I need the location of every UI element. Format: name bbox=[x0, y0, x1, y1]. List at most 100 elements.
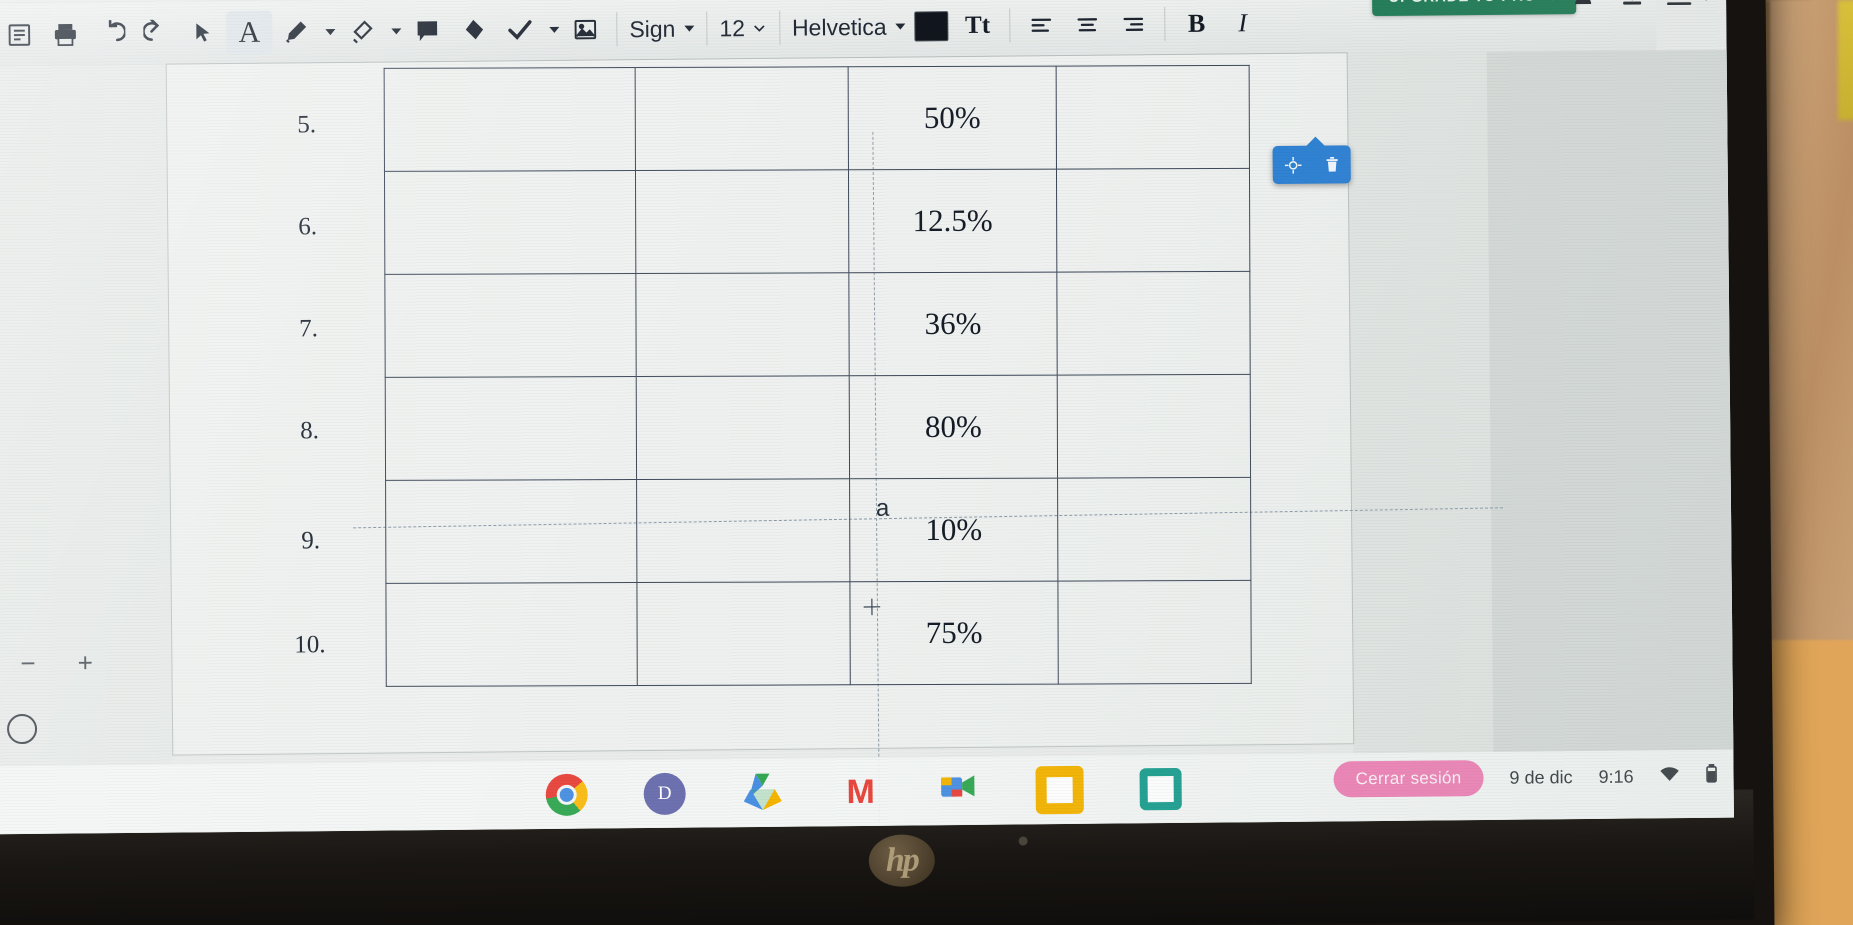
font-family-select[interactable]: Helvetica bbox=[788, 13, 910, 41]
zoom-out-button[interactable]: − bbox=[20, 648, 35, 679]
redo-icon[interactable] bbox=[134, 12, 180, 56]
cell-blank[interactable] bbox=[384, 273, 637, 378]
gmail-icon-label: M bbox=[846, 772, 876, 811]
print-icon[interactable] bbox=[42, 12, 88, 56]
sign-label: Sign bbox=[629, 15, 676, 42]
table-row[interactable]: 36% bbox=[384, 271, 1251, 378]
row-number: 8. bbox=[300, 417, 320, 445]
bold-label: B bbox=[1187, 8, 1206, 38]
text-size-label: Tt bbox=[964, 11, 991, 39]
toolbar-divider bbox=[706, 11, 708, 46]
cell-blank[interactable] bbox=[1057, 580, 1252, 685]
account-actions bbox=[1574, 0, 1714, 12]
cell-percent[interactable]: 50% bbox=[848, 66, 1057, 170]
cell-percent[interactable]: 12.5% bbox=[848, 169, 1057, 273]
pen-tool-icon[interactable] bbox=[272, 10, 318, 54]
cell-blank[interactable] bbox=[635, 66, 849, 171]
cell-blank[interactable] bbox=[385, 582, 638, 687]
laptop-screen: A Sign 12 Helvetica Tt B I 50% 12.5% 36%… bbox=[0, 0, 1734, 835]
table-row[interactable]: 80% bbox=[385, 374, 1251, 481]
table-body: 50% 12.5% 36% 80% 10% 75% bbox=[384, 65, 1252, 687]
hamburger-menu-icon[interactable] bbox=[1666, 0, 1714, 7]
chevron-down-icon bbox=[895, 23, 906, 30]
gmail-icon[interactable]: M bbox=[839, 771, 881, 813]
shelf-time: 9:16 bbox=[1598, 766, 1634, 787]
cell-percent[interactable]: 10% bbox=[849, 478, 1058, 582]
cell-percent[interactable]: 36% bbox=[848, 272, 1058, 376]
classroom-icon[interactable] bbox=[1139, 767, 1182, 811]
document-page[interactable]: 50% 12.5% 36% 80% 10% 75% 5. 6. 7. 8. 9.… bbox=[166, 53, 1503, 822]
cell-blank[interactable] bbox=[636, 478, 850, 583]
upgrade-to-pro-button[interactable]: UPGRADE TO PRO bbox=[1372, 0, 1577, 17]
align-right-icon[interactable] bbox=[1110, 2, 1156, 46]
cell-blank[interactable] bbox=[635, 169, 849, 274]
cell-blank[interactable] bbox=[636, 581, 851, 686]
cell-blank[interactable] bbox=[385, 479, 637, 584]
chevron-down-icon bbox=[684, 25, 695, 32]
drive-glyph bbox=[743, 773, 782, 810]
row-number: 7. bbox=[299, 315, 319, 343]
italic-label: I bbox=[1238, 8, 1248, 38]
comment-icon[interactable] bbox=[404, 9, 450, 53]
cell-percent[interactable]: 80% bbox=[849, 375, 1058, 479]
drive-icon[interactable] bbox=[741, 772, 783, 814]
undo-icon[interactable] bbox=[88, 12, 134, 56]
cell-blank[interactable] bbox=[1056, 168, 1250, 273]
battery-icon[interactable] bbox=[1705, 763, 1717, 788]
table-row[interactable]: 10% bbox=[385, 477, 1251, 584]
cell-blank[interactable] bbox=[1056, 271, 1251, 376]
document-outline-icon[interactable] bbox=[0, 13, 43, 57]
wifi-icon[interactable] bbox=[1659, 766, 1679, 787]
cell-percent[interactable]: 75% bbox=[849, 581, 1059, 685]
align-center-icon[interactable] bbox=[1064, 3, 1110, 47]
image-icon[interactable] bbox=[562, 7, 608, 51]
cell-blank[interactable] bbox=[384, 67, 636, 172]
text-tool-icon[interactable]: A bbox=[226, 10, 273, 56]
checkmark-icon[interactable] bbox=[496, 8, 542, 52]
toolbar-divider bbox=[778, 10, 781, 45]
table-row[interactable]: 75% bbox=[385, 580, 1252, 687]
pdf-editor-app: A Sign 12 Helvetica Tt B I 50% 12.5% 36%… bbox=[0, 0, 1734, 835]
text-size-icon[interactable]: Tt bbox=[953, 4, 1001, 48]
table-row[interactable]: 50% bbox=[384, 65, 1250, 172]
eraser-icon[interactable] bbox=[450, 8, 496, 52]
highlighter-icon[interactable] bbox=[338, 10, 384, 54]
cell-blank[interactable] bbox=[1057, 374, 1251, 479]
cell-blank[interactable] bbox=[1056, 65, 1250, 170]
font-size-select[interactable]: 12 bbox=[715, 14, 771, 42]
zoom-in-button[interactable]: + bbox=[77, 647, 92, 678]
upgrade-label: UPGRADE TO PRO bbox=[1388, 0, 1536, 6]
pen-dropdown-caret-icon[interactable] bbox=[318, 10, 338, 54]
slides-icon[interactable] bbox=[1035, 765, 1084, 815]
logout-button[interactable]: Cerrar sesión bbox=[1333, 760, 1484, 798]
meet-icon[interactable] bbox=[937, 770, 979, 812]
align-left-icon[interactable] bbox=[1018, 3, 1064, 47]
shelf-date: 9 de dic bbox=[1509, 766, 1573, 788]
bold-button[interactable]: B bbox=[1173, 2, 1219, 46]
highlighter-dropdown-caret-icon[interactable] bbox=[384, 9, 404, 53]
typed-text-character[interactable]: a bbox=[876, 495, 890, 523]
cell-blank[interactable] bbox=[635, 272, 850, 377]
shelf-status-area: Cerrar sesión 9 de dic 9:16 bbox=[1333, 758, 1717, 798]
checkmark-dropdown-caret-icon[interactable] bbox=[542, 8, 562, 52]
canvas-far-right bbox=[1486, 49, 1734, 752]
cell-blank[interactable] bbox=[1057, 477, 1251, 582]
select-cursor-icon[interactable] bbox=[180, 11, 226, 55]
download-icon[interactable] bbox=[1620, 0, 1644, 12]
table-row[interactable]: 12.5% bbox=[384, 168, 1250, 275]
chrome-icon[interactable] bbox=[545, 773, 588, 817]
move-handle-icon[interactable] bbox=[1283, 155, 1302, 174]
cell-blank[interactable] bbox=[636, 375, 850, 480]
italic-button[interactable]: I bbox=[1219, 1, 1265, 45]
docs-icon[interactable]: D bbox=[643, 772, 686, 816]
trash-icon[interactable] bbox=[1323, 155, 1340, 173]
caret bbox=[324, 29, 335, 36]
docs-icon-label: D bbox=[657, 782, 672, 804]
add-user-icon[interactable] bbox=[1574, 0, 1598, 12]
text-color-swatch[interactable] bbox=[909, 4, 953, 48]
sign-menu[interactable]: Sign bbox=[625, 15, 698, 43]
worksheet-table[interactable]: 50% 12.5% 36% 80% 10% 75% bbox=[384, 65, 1252, 687]
home-button[interactable] bbox=[6, 713, 38, 745]
cell-blank[interactable] bbox=[384, 170, 636, 275]
cell-blank[interactable] bbox=[385, 376, 637, 481]
